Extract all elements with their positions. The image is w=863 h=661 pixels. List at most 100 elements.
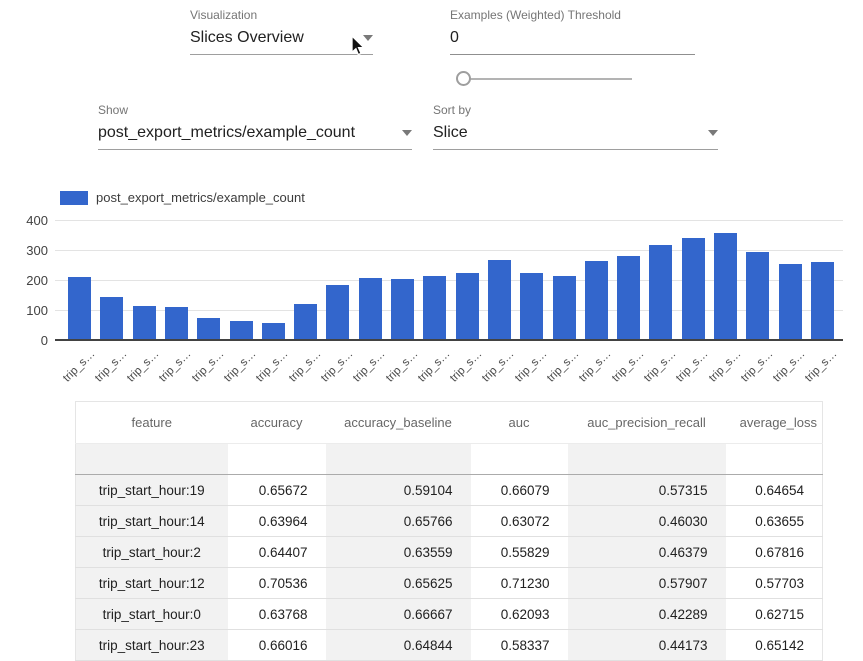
metric-cell: 0.65625 — [326, 568, 471, 599]
bar[interactable] — [133, 306, 156, 340]
filter-cell[interactable] — [76, 444, 228, 475]
metric-cell: 0.57315 — [568, 475, 726, 506]
metric-cell: 0.63655 — [726, 506, 823, 537]
bar[interactable] — [520, 273, 543, 340]
metrics-table: featureaccuracyaccuracy_baselineaucauc_p… — [75, 401, 823, 661]
metric-cell: 0.62715 — [726, 599, 823, 630]
metric-cell: 0.66016 — [228, 630, 326, 661]
y-axis-tick: 100 — [8, 304, 48, 317]
bar[interactable] — [197, 318, 220, 340]
metric-cell: 0.66667 — [326, 599, 471, 630]
show-value[interactable]: post_export_metrics/example_count — [98, 124, 355, 142]
bar[interactable] — [746, 252, 769, 340]
filter-cell[interactable] — [326, 444, 471, 475]
threshold-value[interactable]: 0 — [450, 29, 459, 47]
show-metric-select[interactable]: Show post_export_metrics/example_count — [98, 103, 412, 150]
filter-cell[interactable] — [726, 444, 823, 475]
metric-cell: 0.65672 — [228, 475, 326, 506]
column-header[interactable]: auc — [471, 402, 568, 444]
metric-cell: 0.64844 — [326, 630, 471, 661]
table-row: trip_start_hour:120.705360.656250.712300… — [76, 568, 823, 599]
bar[interactable] — [165, 307, 188, 340]
feature-cell: trip_start_hour:14 — [76, 506, 228, 537]
feature-cell: trip_start_hour:12 — [76, 568, 228, 599]
metric-cell: 0.44173 — [568, 630, 726, 661]
bar[interactable] — [488, 260, 511, 340]
bar[interactable] — [294, 304, 317, 340]
threshold-label: Examples (Weighted) Threshold — [450, 8, 695, 22]
bar[interactable] — [68, 277, 91, 340]
metric-cell: 0.71230 — [471, 568, 568, 599]
metric-cell: 0.64654 — [726, 475, 823, 506]
column-header[interactable]: average_loss — [726, 402, 823, 444]
bar-chart: 0100200300400trip_s…trip_s…trip_s…trip_s… — [0, 185, 863, 400]
table-row: trip_start_hour:140.639640.657660.630720… — [76, 506, 823, 537]
slider-thumb[interactable] — [456, 71, 471, 86]
filter-cell[interactable] — [568, 444, 726, 475]
chevron-down-icon[interactable] — [402, 130, 412, 136]
visualization-value[interactable]: Slices Overview — [190, 29, 304, 47]
y-axis-tick: 0 — [8, 334, 48, 347]
metric-cell: 0.65766 — [326, 506, 471, 537]
feature-cell: trip_start_hour:0 — [76, 599, 228, 630]
filter-cell[interactable] — [228, 444, 326, 475]
bar[interactable] — [423, 276, 446, 340]
bar[interactable] — [714, 233, 737, 340]
bar[interactable] — [262, 323, 285, 340]
column-header[interactable]: accuracy_baseline — [326, 402, 471, 444]
feature-cell: trip_start_hour:19 — [76, 475, 228, 506]
bar[interactable] — [326, 285, 349, 340]
metric-cell: 0.63559 — [326, 537, 471, 568]
bar[interactable] — [811, 262, 834, 340]
bar[interactable] — [585, 261, 608, 340]
visualization-label: Visualization — [190, 8, 373, 22]
filter-cell[interactable] — [471, 444, 568, 475]
y-axis-tick: 300 — [8, 244, 48, 257]
metric-cell: 0.46379 — [568, 537, 726, 568]
table-row: trip_start_hour:230.660160.648440.583370… — [76, 630, 823, 661]
feature-cell: trip_start_hour:2 — [76, 537, 228, 568]
bar[interactable] — [779, 264, 802, 340]
metric-cell: 0.63072 — [471, 506, 568, 537]
sort-by-value[interactable]: Slice — [433, 124, 468, 142]
visualization-select[interactable]: Visualization Slices Overview — [190, 8, 373, 55]
table-row: trip_start_hour:20.644070.635590.558290.… — [76, 537, 823, 568]
metric-cell: 0.67816 — [726, 537, 823, 568]
bar[interactable] — [391, 279, 414, 340]
sort-by-label: Sort by — [433, 103, 718, 117]
bar[interactable] — [553, 276, 576, 340]
metric-cell: 0.66079 — [471, 475, 568, 506]
metric-cell: 0.58337 — [471, 630, 568, 661]
bar[interactable] — [359, 278, 382, 340]
threshold-field[interactable]: Examples (Weighted) Threshold 0 — [450, 8, 695, 55]
mouse-cursor-icon — [349, 35, 370, 57]
y-axis-tick: 200 — [8, 274, 48, 287]
bar[interactable] — [456, 273, 479, 340]
bar[interactable] — [649, 245, 672, 340]
column-header[interactable]: feature — [76, 402, 228, 444]
gridline — [55, 220, 843, 221]
metric-cell: 0.62093 — [471, 599, 568, 630]
metric-cell: 0.63964 — [228, 506, 326, 537]
column-header[interactable]: auc_precision_recall — [568, 402, 726, 444]
column-header[interactable]: accuracy — [228, 402, 326, 444]
metric-cell: 0.70536 — [228, 568, 326, 599]
bar[interactable] — [617, 256, 640, 340]
slider-track[interactable] — [469, 78, 632, 80]
table-row: trip_start_hour:00.637680.666670.620930.… — [76, 599, 823, 630]
y-axis-tick: 400 — [8, 214, 48, 227]
metric-cell: 0.46030 — [568, 506, 726, 537]
bar[interactable] — [100, 297, 123, 340]
bar[interactable] — [230, 321, 253, 340]
metric-cell: 0.42289 — [568, 599, 726, 630]
metric-cell: 0.57907 — [568, 568, 726, 599]
chevron-down-icon[interactable] — [708, 130, 718, 136]
metric-cell: 0.65142 — [726, 630, 823, 661]
x-axis-line — [55, 339, 843, 341]
metric-cell: 0.64407 — [228, 537, 326, 568]
metric-cell: 0.59104 — [326, 475, 471, 506]
metric-cell: 0.63768 — [228, 599, 326, 630]
bar[interactable] — [682, 238, 705, 340]
metric-cell: 0.55829 — [471, 537, 568, 568]
sort-by-select[interactable]: Sort by Slice — [433, 103, 718, 150]
